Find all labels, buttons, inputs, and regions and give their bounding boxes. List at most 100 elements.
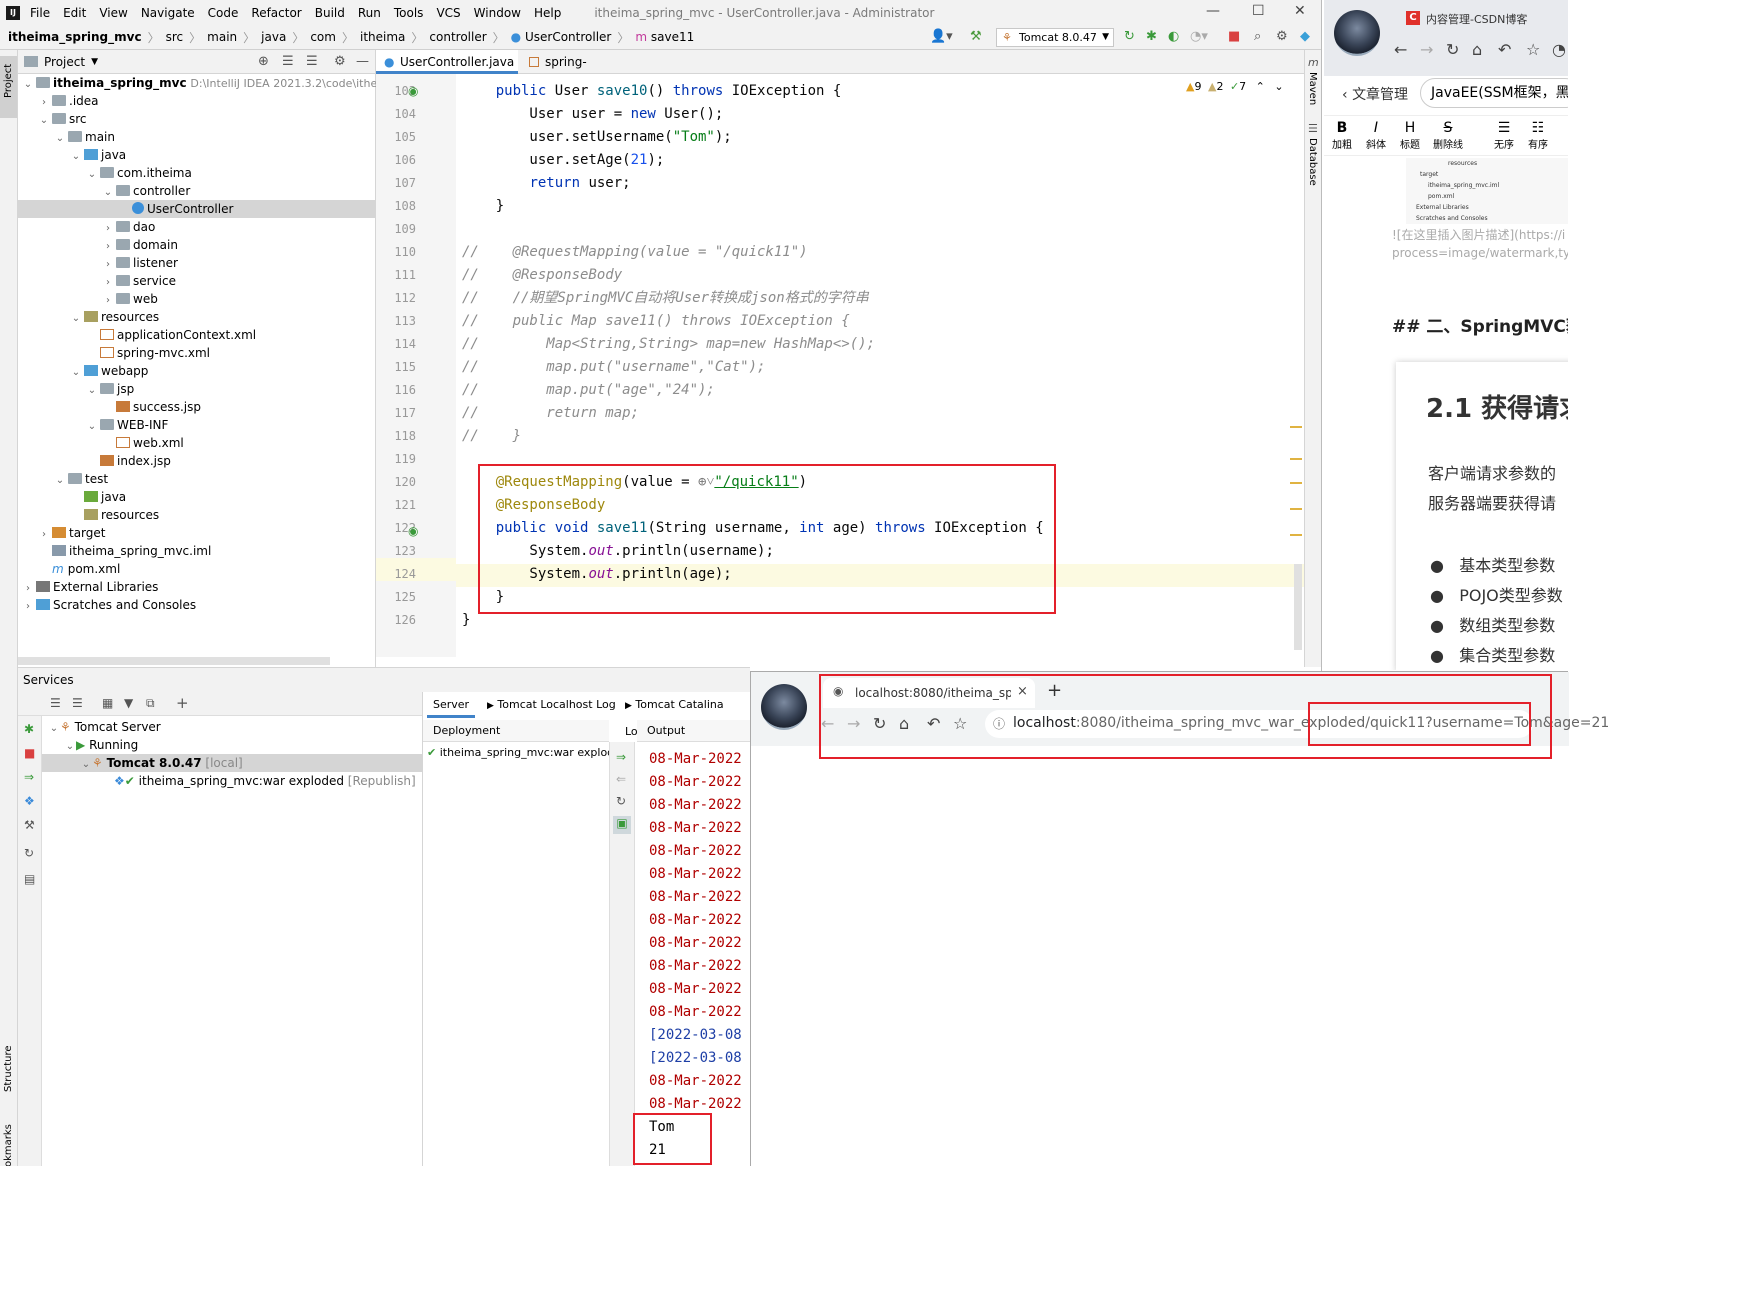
tab-spring-mvc-xml[interactable]: spring-mvc.xml × xyxy=(521,50,645,93)
coverage-icon[interactable]: ◐ xyxy=(1168,30,1179,44)
add-icon[interactable]: + xyxy=(176,694,189,712)
new-tab-button[interactable]: + xyxy=(1047,680,1062,701)
tab-server[interactable]: Server xyxy=(427,692,476,718)
tab-catalina-log[interactable]: ▶ Tomcat Catalina Log xyxy=(619,692,750,738)
strikethrough-button[interactable]: S 删除线 xyxy=(1430,120,1466,151)
unordered-list-button[interactable]: ☰ 无序 xyxy=(1492,120,1516,151)
deploy-icon[interactable]: ⇒ xyxy=(24,770,34,784)
chevron-down-icon[interactable]: ▼ xyxy=(91,57,98,67)
user-icon[interactable]: 👤▾ xyxy=(930,30,953,44)
breadcrumb-java[interactable]: java xyxy=(261,30,286,44)
services-tomcat-instance[interactable]: ⌄ ⚘ Tomcat 8.0.47 [local] xyxy=(42,754,422,772)
article-title-input[interactable]: JavaEE(SSM框架，黑 xyxy=(1420,78,1568,108)
close-icon[interactable]: × xyxy=(1017,684,1028,699)
tree-item[interactable]: ⌄ main xyxy=(18,128,376,146)
undo-icon[interactable]: ↶ xyxy=(927,716,940,732)
gear-icon[interactable]: ⚙ xyxy=(334,54,346,69)
open-browser-icon[interactable]: ▣ xyxy=(613,816,631,834)
tree-item[interactable]: spring-mvc.xml xyxy=(18,344,376,362)
menu-edit[interactable]: Edit xyxy=(63,6,86,20)
tree-item[interactable]: applicationContext.xml xyxy=(18,326,376,344)
tree-item[interactable]: › dao xyxy=(18,218,376,236)
tree-item[interactable]: ⌄ resources xyxy=(18,308,376,326)
breadcrumb-src[interactable]: src xyxy=(166,30,184,44)
tree-item[interactable]: java xyxy=(18,488,376,506)
tree-item[interactable]: ⌄ WEB-INF xyxy=(18,416,376,434)
search-icon[interactable]: ⌕ xyxy=(1254,30,1261,44)
menu-build[interactable]: Build xyxy=(315,6,345,20)
back-to-articles[interactable]: ‹ 文章管理 xyxy=(1342,84,1408,104)
forward-icon[interactable]: → xyxy=(847,716,860,732)
expand-all-icon[interactable]: ☰ xyxy=(282,54,294,69)
refresh-icon[interactable]: ↻ xyxy=(24,846,34,860)
bold-button[interactable]: B 加粗 xyxy=(1330,120,1354,151)
horizontal-scrollbar[interactable] xyxy=(18,657,330,665)
menu-navigate[interactable]: Navigate xyxy=(141,6,195,20)
tree-item[interactable]: › .idea xyxy=(18,92,376,110)
menu-code[interactable]: Code xyxy=(208,6,239,20)
plugin-icon[interactable]: ◆ xyxy=(1300,30,1310,44)
tree-item[interactable]: › Scratches and Consoles xyxy=(18,596,376,614)
collapse-all-icon[interactable]: ☰ xyxy=(72,696,83,710)
bookmarks-stripe-button[interactable]: Bookmarks xyxy=(0,1116,17,1166)
deploy-icon[interactable]: ⇒ xyxy=(616,750,626,764)
address-bar[interactable]: ⓘ localhost:8080/itheima_spring_mvc_war_… xyxy=(985,710,1609,738)
group-icon[interactable]: ▦ xyxy=(102,696,113,710)
breadcrumb-project[interactable]: itheima_spring_mvc xyxy=(8,30,142,44)
home-icon[interactable]: ⌂ xyxy=(899,716,909,732)
chevron-up-icon[interactable]: ⌃ xyxy=(1256,80,1265,93)
profile-icon[interactable]: ◔▾ xyxy=(1190,30,1208,44)
tree-item[interactable]: › target xyxy=(18,524,376,542)
web-endpoint-icon[interactable]: ◉ xyxy=(408,84,418,98)
deployment-item[interactable]: ✔ itheima_spring_mvc:war explode xyxy=(427,744,609,762)
home-icon[interactable]: ⌂ xyxy=(1472,42,1482,58)
breadcrumb-itheima[interactable]: itheima xyxy=(360,30,405,44)
project-stripe-button[interactable]: Project xyxy=(0,56,17,118)
breadcrumb-class[interactable]: ● UserController xyxy=(511,30,612,44)
ordered-list-button[interactable]: ☷ 有序 xyxy=(1526,120,1550,151)
tree-item[interactable]: itheima_spring_mvc.iml xyxy=(18,542,376,560)
undo-icon[interactable]: ↶ xyxy=(1498,42,1511,58)
tab-usercontroller[interactable]: ● UserController.java × xyxy=(376,50,518,93)
menu-tools[interactable]: Tools xyxy=(394,6,424,20)
menu-view[interactable]: View xyxy=(99,6,127,20)
web-endpoint-icon[interactable]: ◉ xyxy=(408,524,418,538)
heading-button[interactable]: H 标题 xyxy=(1398,120,1422,151)
vertical-scrollbar[interactable] xyxy=(1294,564,1302,650)
tree-item[interactable]: ⌄ jsp xyxy=(18,380,376,398)
expand-all-icon[interactable]: ☰ xyxy=(50,696,61,710)
new-tab-icon[interactable]: ⧉ xyxy=(146,696,155,711)
tree-item[interactable]: ⌄ controller xyxy=(18,182,376,200)
structure-stripe-button[interactable]: Structure xyxy=(0,1040,17,1102)
tree-item[interactable]: resources xyxy=(18,506,376,524)
back-icon[interactable]: ← xyxy=(821,716,834,732)
inspection-widget[interactable]: ▲9 ▲2 ✓7 ⌃ ⌄ xyxy=(1186,80,1284,93)
stop-icon[interactable]: ■ xyxy=(1228,30,1240,44)
menu-window[interactable]: Window xyxy=(474,6,521,20)
services-running[interactable]: ⌄ ▶ Running xyxy=(64,736,138,754)
project-panel-title[interactable]: Project xyxy=(44,55,85,69)
tree-item[interactable]: › listener xyxy=(18,254,376,272)
back-icon[interactable]: ← xyxy=(1394,42,1407,58)
profile-icon[interactable]: ◔ xyxy=(1552,42,1566,58)
tree-item[interactable]: ⌄ test xyxy=(18,470,376,488)
menu-refactor[interactable]: Refactor xyxy=(251,6,301,20)
reload-icon[interactable]: ↻ xyxy=(1446,42,1459,58)
browser-tab[interactable]: ◉ localhost:8080/itheima_spring × xyxy=(823,678,1035,708)
locate-icon[interactable]: ⊕ xyxy=(258,54,269,69)
wrench-icon[interactable]: ⚒ xyxy=(24,818,35,832)
breadcrumb-com[interactable]: com xyxy=(310,30,336,44)
tree-item[interactable]: › External Libraries xyxy=(18,578,376,596)
reload-icon[interactable]: ↻ xyxy=(873,716,886,732)
tree-item[interactable]: index.jsp xyxy=(18,452,376,470)
breadcrumb-controller[interactable]: controller xyxy=(429,30,486,44)
tree-item-selected[interactable]: UserController xyxy=(18,200,376,218)
star-icon[interactable]: ☆ xyxy=(953,716,967,732)
tree-item[interactable]: web.xml xyxy=(18,434,376,452)
chevron-down-icon[interactable]: ⌄ xyxy=(1274,80,1283,93)
code-editor[interactable]: public User save10() throws IOException … xyxy=(456,74,1304,657)
tree-item[interactable]: ⌄ java xyxy=(18,146,376,164)
tree-root[interactable]: ⌄ itheima_spring_mvc D:\IntelliJ IDEA 202… xyxy=(18,74,416,92)
tree-item[interactable]: ⌄ webapp xyxy=(18,362,376,380)
layout-icon[interactable]: ▤ xyxy=(24,872,35,886)
